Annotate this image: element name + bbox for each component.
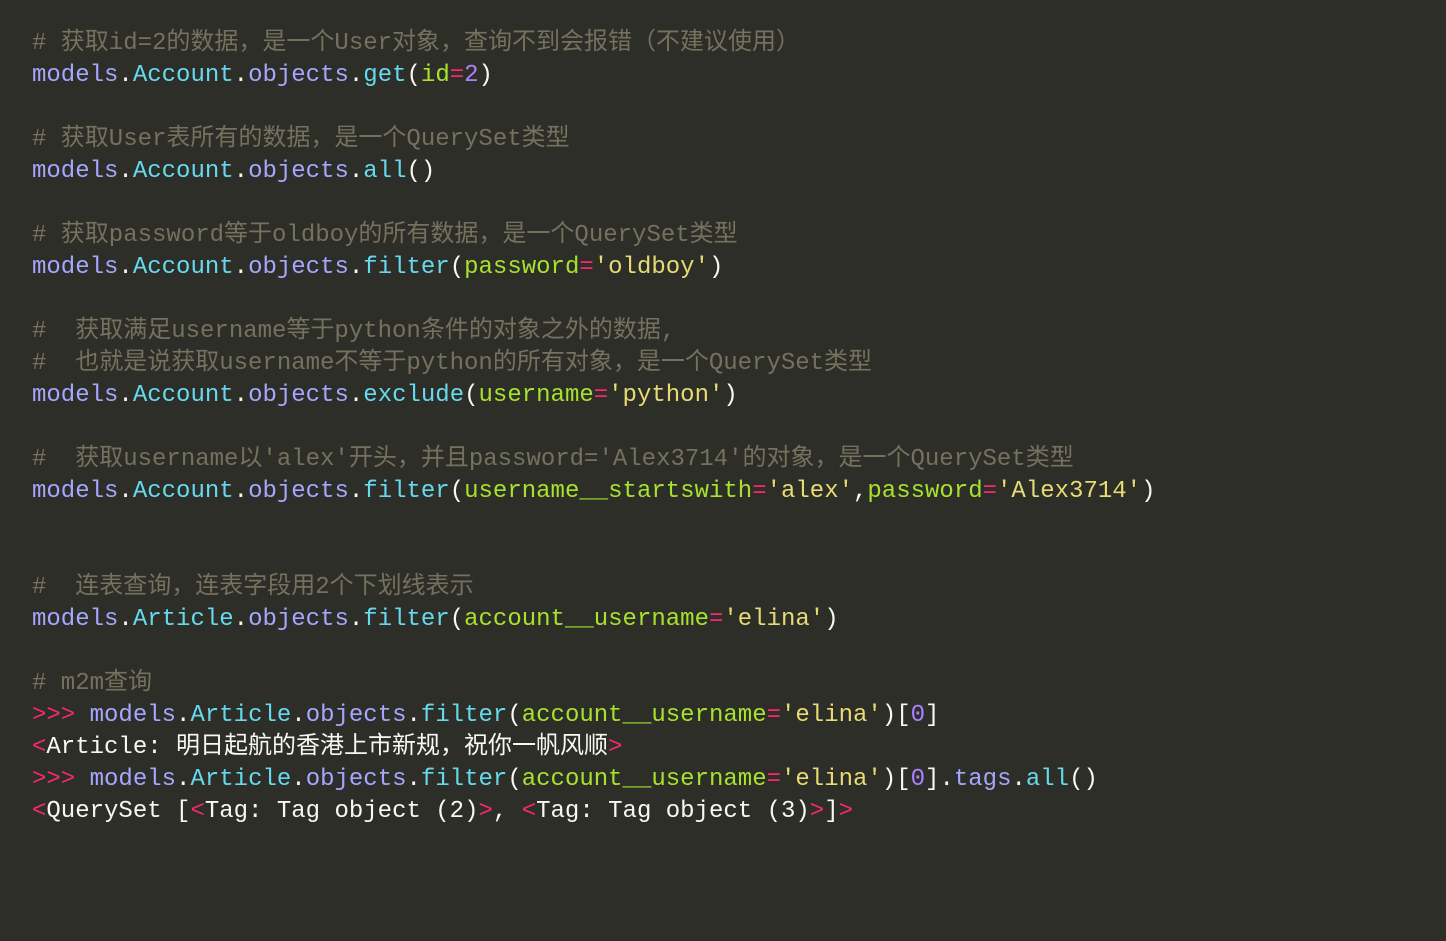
- comment-line: # m2m查询: [32, 670, 152, 697]
- comment-line: # 获取满足username等于python条件的对象之外的数据,: [32, 318, 675, 345]
- comment-line: # 获取id=2的数据，是一个User对象，查询不到会报错（不建议使用）: [32, 30, 800, 57]
- code-line: models.Account.objects.filter(username__…: [32, 478, 1155, 505]
- comment-line: # 获取User表所有的数据，是一个QuerySet类型: [32, 126, 570, 153]
- repl-line: >>> models.Article.objects.filter(accoun…: [32, 702, 939, 729]
- repl-line: >>> models.Article.objects.filter(accoun…: [32, 766, 1098, 793]
- comment-line: # 连表查询，连表字段用2个下划线表示: [32, 574, 474, 601]
- comment-line: # 也就是说获取username不等于python的所有对象，是一个QueryS…: [32, 350, 872, 377]
- code-line: models.Account.objects.exclude(username=…: [32, 382, 738, 409]
- code-line: models.Article.objects.filter(account__u…: [32, 606, 839, 633]
- code-line: models.Account.objects.all(): [32, 158, 435, 185]
- code-block: # 获取id=2的数据，是一个User对象，查询不到会报错（不建议使用） mod…: [0, 0, 1446, 941]
- repl-output: <Article: 明日起航的香港上市新规，祝你一帆风顺>: [32, 734, 622, 761]
- comment-line: # 获取username以'alex'开头，并且password='Alex37…: [32, 446, 1074, 473]
- code-line: models.Account.objects.get(id=2): [32, 62, 493, 89]
- repl-output: <QuerySet [<Tag: Tag object (2)>, <Tag: …: [32, 798, 853, 825]
- comment-line: # 获取password等于oldboy的所有数据，是一个QuerySet类型: [32, 222, 738, 249]
- code-line: models.Account.objects.filter(password='…: [32, 254, 723, 281]
